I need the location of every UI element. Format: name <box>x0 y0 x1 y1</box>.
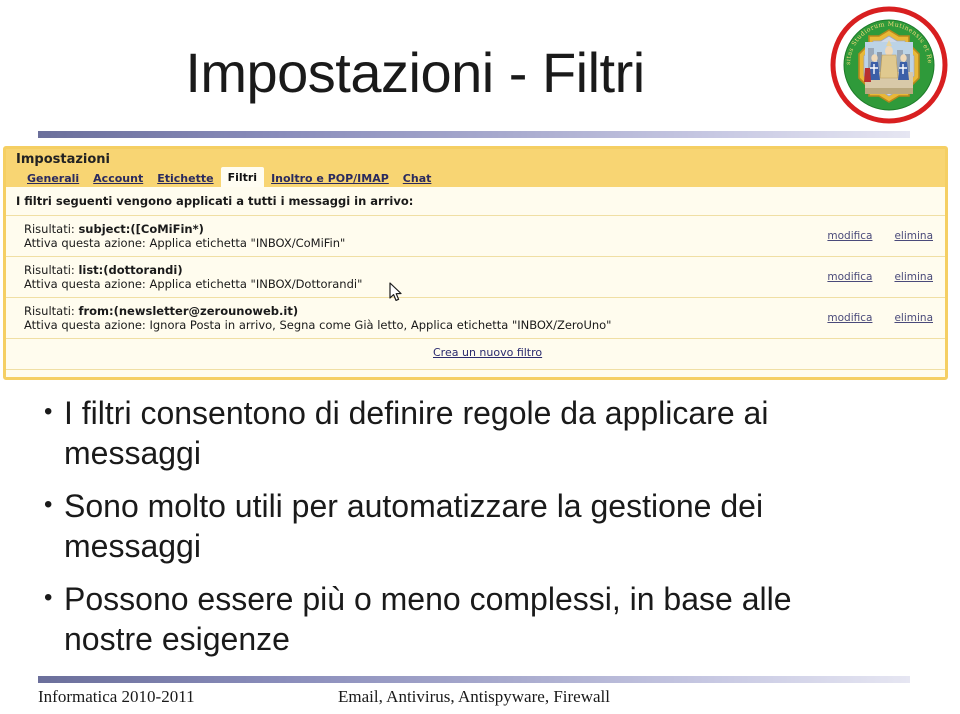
list-item: • Sono molto utili per automatizzare la … <box>38 486 918 566</box>
criteria-label: Risultati: <box>24 304 79 318</box>
delete-filter-link[interactable]: elimina <box>894 230 933 242</box>
action-label: Attiva questa azione: <box>24 318 150 332</box>
bullet-marker-icon: • <box>44 584 53 611</box>
delete-filter-link[interactable]: elimina <box>894 312 933 324</box>
tab-generali[interactable]: Generali <box>20 169 86 188</box>
criteria-label: Risultati: <box>24 263 79 277</box>
gmail-settings-title: Impostazioni <box>16 152 111 167</box>
panel-footer: Crea un nuovo filtro <box>6 339 945 370</box>
tab-chat[interactable]: Chat <box>396 169 439 188</box>
tab-inoltro-pop-imap[interactable]: Inoltro e POP/IMAP <box>264 169 396 188</box>
filters-intro-text: I filtri seguenti vengono applicati a tu… <box>6 187 945 216</box>
bullet-text: I filtri consentono di definire regole d… <box>64 395 769 471</box>
bullet-text: Possono essere più o meno complessi, in … <box>64 581 792 657</box>
filter-action: Attiva questa azione: Ignora Posta in ar… <box>24 318 945 332</box>
criteria-value: from:(newsletter@zerounoweb.it) <box>78 304 299 318</box>
tab-etichette[interactable]: Etichette <box>150 169 220 188</box>
filter-action: Attiva questa azione: Applica etichetta … <box>24 277 945 291</box>
filter-row: Risultati: subject:([CoMiFin*) Attiva qu… <box>6 216 945 257</box>
filter-row-actions: modifica elimina <box>827 271 933 283</box>
create-new-filter-link[interactable]: Crea un nuovo filtro <box>433 346 542 359</box>
delete-filter-link[interactable]: elimina <box>894 271 933 283</box>
footer-divider-bar <box>38 676 910 683</box>
tab-account[interactable]: Account <box>86 169 150 188</box>
list-item: • Possono essere più o meno complessi, i… <box>38 579 918 659</box>
bullet-list: • I filtri consentono di definire regole… <box>38 393 918 672</box>
bullet-marker-icon: • <box>44 398 53 425</box>
page-title: Impostazioni - Filtri <box>185 41 645 104</box>
filter-row: Risultati: list:(dottorandi) Attiva ques… <box>6 257 945 298</box>
filter-criteria: Risultati: list:(dottorandi) <box>24 263 945 277</box>
filter-criteria: Risultati: from:(newsletter@zerounoweb.i… <box>24 304 945 318</box>
list-item: • I filtri consentono di definire regole… <box>38 393 918 473</box>
filter-row-actions: modifica elimina <box>827 312 933 324</box>
footer-topic-label: Email, Antivirus, Antispyware, Firewall <box>338 687 610 706</box>
footer-course-label: Informatica 2010-2011 <box>38 687 195 706</box>
settings-tab-strip: Generali Account Etichette Filtri Inoltr… <box>6 167 945 188</box>
filter-criteria: Risultati: subject:([CoMiFin*) <box>24 222 945 236</box>
gmail-panel-header: Impostazioni Generali Account Etichette … <box>6 149 945 188</box>
filter-row-actions: modifica elimina <box>827 230 933 242</box>
criteria-value: list:(dottorandi) <box>78 263 183 277</box>
filter-row: Risultati: from:(newsletter@zerounoweb.i… <box>6 298 945 339</box>
edit-filter-link[interactable]: modifica <box>827 230 872 242</box>
action-value: Ignora Posta in arrivo, Segna come Già l… <box>149 318 612 332</box>
tab-filtri[interactable]: Filtri <box>220 167 265 188</box>
bullet-marker-icon: • <box>44 491 53 518</box>
title-divider-bar <box>38 131 910 138</box>
university-of-bologna-seal-logo: Universitas Studiorum Mutinensis et Regi… <box>828 6 950 124</box>
filter-action: Attiva questa azione: Applica etichetta … <box>24 236 945 250</box>
edit-filter-link[interactable]: modifica <box>827 271 872 283</box>
gmail-settings-panel: Impostazioni Generali Account Etichette … <box>3 146 948 380</box>
criteria-label: Risultati: <box>24 222 79 236</box>
gmail-panel-body: I filtri seguenti vengono applicati a tu… <box>6 187 945 377</box>
slide-root: { "slide": { "title": "Impostazioni - Fi… <box>0 0 960 714</box>
action-label: Attiva questa azione: <box>24 277 150 291</box>
criteria-value: subject:([CoMiFin*) <box>78 222 204 236</box>
bullet-text: Sono molto utili per automatizzare la ge… <box>64 488 764 564</box>
action-value: Applica etichetta "INBOX/CoMiFin" <box>149 236 346 250</box>
action-label: Attiva questa azione: <box>24 236 150 250</box>
action-value: Applica etichetta "INBOX/Dottorandi" <box>149 277 363 291</box>
edit-filter-link[interactable]: modifica <box>827 312 872 324</box>
